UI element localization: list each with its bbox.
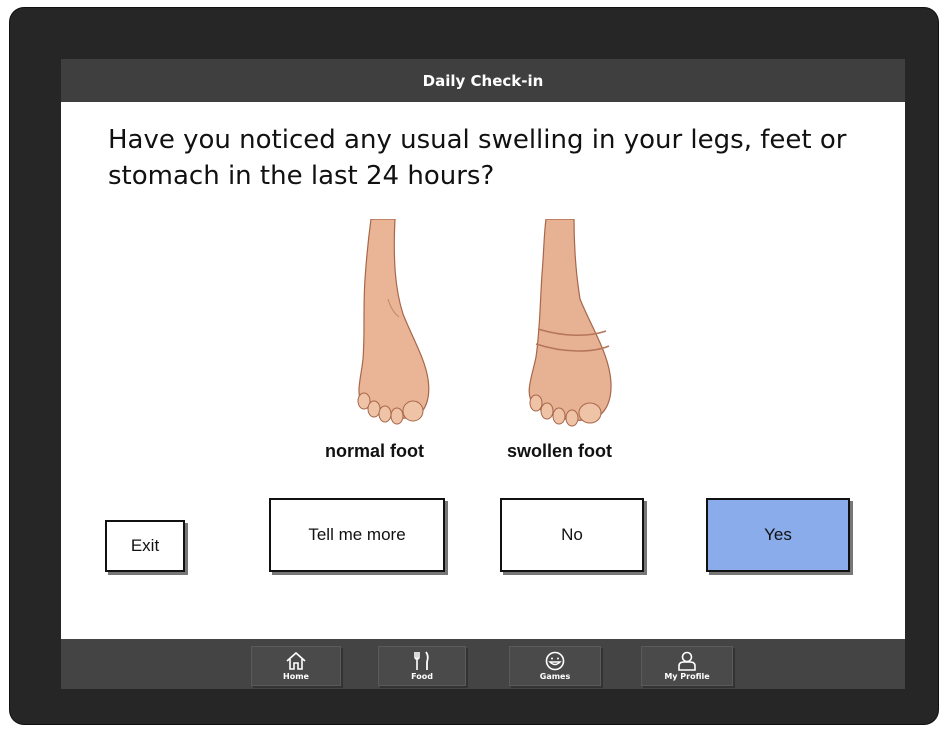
yes-button[interactable]: Yes [706, 498, 850, 572]
exit-button[interactable]: Exit [105, 520, 185, 572]
nav-home[interactable]: Home [251, 646, 341, 686]
fork-knife-icon [414, 651, 429, 670]
nav-games-label: Games [539, 672, 571, 681]
question-text: Have you noticed any usual swelling in y… [108, 125, 847, 191]
normal-foot-caption: normal foot [325, 441, 424, 461]
nav-food[interactable]: Food [378, 646, 466, 686]
person-icon [678, 651, 696, 671]
smiley-icon [545, 651, 565, 671]
swollen-foot-caption: swollen foot [507, 441, 612, 461]
swollen-foot-illustration [528, 219, 612, 427]
no-button[interactable]: No [500, 498, 644, 572]
app-screen: Daily Check-in Have you noticed any usua… [61, 59, 905, 689]
tablet-frame: Daily Check-in Have you noticed any usua… [10, 8, 938, 724]
page-title: Daily Check-in [61, 59, 905, 102]
nav-home-label: Home [283, 672, 309, 681]
nav-my-profile[interactable]: My Profile [641, 646, 733, 686]
nav-my-profile-label: My Profile [664, 672, 710, 681]
nav-food-label: Food [411, 672, 433, 681]
home-icon [286, 651, 306, 670]
tell-me-more-button[interactable]: Tell me more [269, 498, 445, 572]
bottom-nav-bar: Home Food Games My Profile [61, 639, 905, 689]
normal-foot-illustration [357, 219, 430, 425]
nav-games[interactable]: Games [509, 646, 601, 686]
